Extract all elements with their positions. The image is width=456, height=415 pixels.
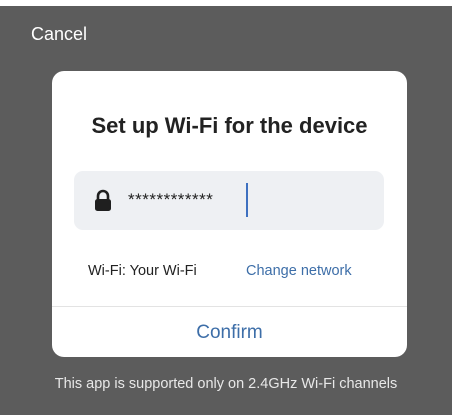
confirm-button[interactable]: Confirm — [52, 321, 407, 345]
wifi-network-label: Wi-Fi: Your Wi-Fi — [88, 263, 197, 279]
change-network-link[interactable]: Change network — [246, 262, 352, 280]
wifi-setup-dialog: Set up Wi-Fi for the device ************… — [52, 71, 407, 357]
password-value: ************ — [128, 190, 214, 209]
divider — [52, 306, 407, 307]
text-cursor — [246, 183, 248, 217]
setup-screen: Cancel Set up Wi-Fi for the device *****… — [0, 6, 452, 415]
footer-note: This app is supported only on 2.4GHz Wi-… — [54, 376, 398, 392]
dialog-title: Set up Wi-Fi for the device — [91, 113, 368, 138]
password-input[interactable]: ************ — [74, 171, 384, 230]
cancel-button[interactable]: Cancel — [31, 23, 87, 45]
lock-icon — [95, 189, 111, 211]
